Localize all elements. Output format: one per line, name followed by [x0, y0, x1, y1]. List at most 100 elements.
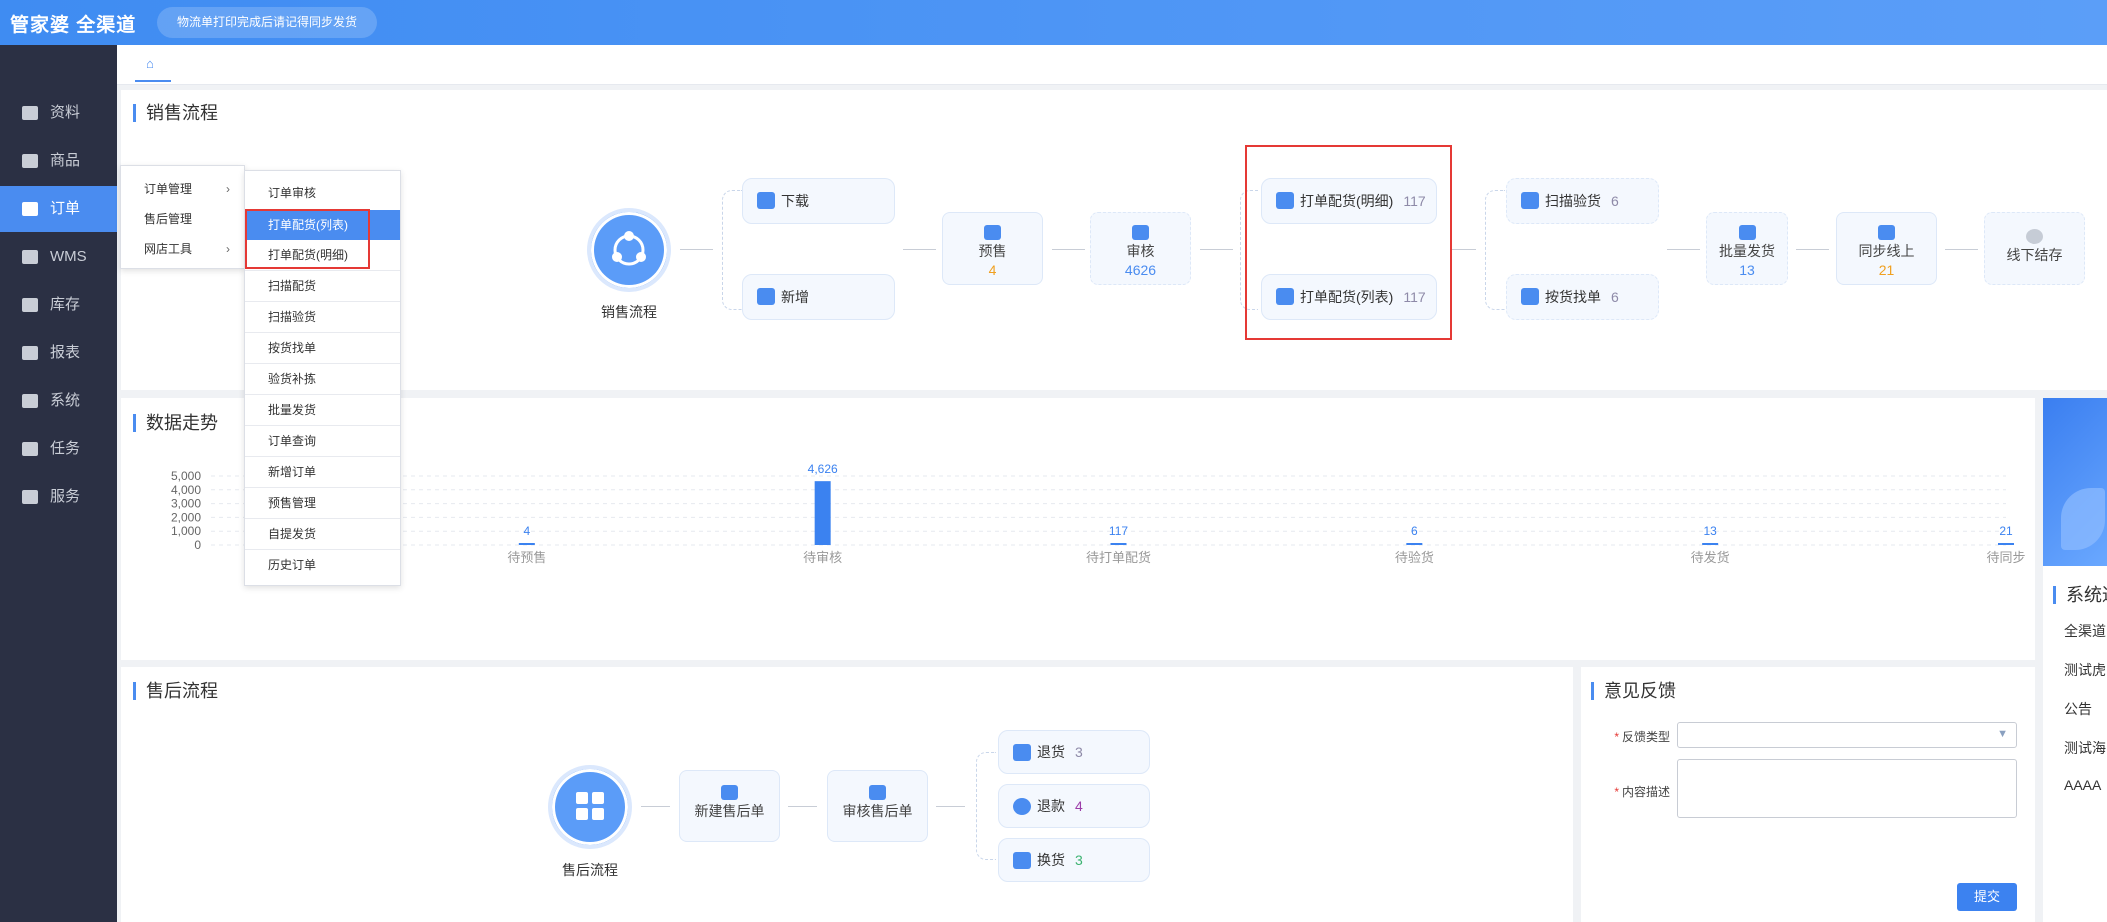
- system-item[interactable]: 测试海: [2064, 738, 2106, 758]
- refund-node[interactable]: 退款 4: [998, 784, 1150, 828]
- scan-check-node[interactable]: 扫描验货 6: [1506, 178, 1659, 224]
- menu-item-find-order[interactable]: 按货找单: [245, 333, 400, 363]
- bar: [814, 481, 831, 545]
- sidebar: 资料 商品 订单 WMS 库存 报表 系统 任务 服务: [0, 45, 117, 922]
- sales-flow-title: 销售流程: [133, 104, 218, 122]
- connector: [1796, 249, 1829, 250]
- menu-item-batch-ship[interactable]: 批量发货: [245, 395, 400, 425]
- sidebar-item-goods[interactable]: 商品: [0, 138, 117, 184]
- share-icon: [612, 231, 646, 266]
- add-node[interactable]: 新增: [742, 274, 895, 320]
- connector: [1667, 249, 1700, 250]
- sidebar-item-task[interactable]: 任务: [0, 426, 117, 472]
- after-sales-circle: [548, 765, 632, 849]
- system-item[interactable]: 公告: [2064, 699, 2092, 719]
- x-tick-label: 待审核: [803, 550, 842, 565]
- connector: [641, 806, 670, 807]
- chevron-right-icon: ›: [226, 182, 230, 196]
- system-title: 系统通: [2053, 586, 2107, 604]
- settle-icon: [2026, 228, 2043, 244]
- feedback-type-select[interactable]: ▼: [1677, 722, 2017, 748]
- connector: [903, 249, 936, 250]
- menu-item-order-query[interactable]: 订单查询: [245, 426, 400, 456]
- highlight-box: [245, 209, 370, 269]
- connector: [680, 249, 713, 250]
- x-tick-label: 待发货: [1691, 550, 1730, 565]
- branch-bracket: [976, 752, 996, 860]
- layers-icon: [1878, 224, 1895, 240]
- presale-icon: [984, 224, 1001, 240]
- menu-item-history-orders[interactable]: 历史订单: [245, 550, 400, 580]
- menu-item-order-audit[interactable]: 订单审核: [245, 178, 400, 208]
- menu-item-scan-pick[interactable]: 扫描配货: [245, 271, 400, 301]
- branch-bracket: [1485, 190, 1505, 310]
- ship-icon: [1738, 224, 1756, 240]
- y-tick-label: 5,000: [171, 469, 201, 483]
- monitor-icon: [22, 394, 38, 408]
- new-aftersale-node[interactable]: 新建售后单: [679, 770, 780, 842]
- chevron-down-icon: ▼: [1997, 728, 2008, 740]
- data-label: 4,626: [808, 462, 838, 476]
- system-item[interactable]: AAAA: [2064, 777, 2101, 793]
- audit-aftersale-node[interactable]: 审核售后单: [827, 770, 928, 842]
- menu-item-new-order[interactable]: 新增订单: [245, 457, 400, 487]
- goods-icon: [22, 154, 38, 168]
- menu-item-order-management[interactable]: 订单管理 ›: [121, 174, 244, 204]
- chevron-right-icon: ›: [226, 242, 230, 256]
- y-tick-label: 1,000: [171, 524, 201, 538]
- y-tick-label: 2,000: [171, 510, 201, 524]
- feedback-type-label: * 反馈类型: [1614, 730, 1670, 744]
- cube-icon: [22, 250, 38, 264]
- find-order-node[interactable]: 按货找单 6: [1506, 274, 1659, 320]
- menu-item-presale-management[interactable]: 预售管理: [245, 488, 400, 518]
- bar-chart-icon: [22, 346, 38, 360]
- sidebar-item-stock[interactable]: 库存: [0, 282, 117, 328]
- notice-banner: 物流单打印完成后请记得同步发货: [157, 7, 377, 38]
- feedback-content-textarea[interactable]: [1677, 759, 2017, 818]
- connector: [1452, 249, 1476, 250]
- connector: [1945, 249, 1978, 250]
- data-label: 21: [1999, 524, 2013, 538]
- data-label: 6: [1411, 524, 1418, 538]
- bar: [518, 543, 535, 545]
- sidebar-item-order[interactable]: 订单: [0, 186, 117, 232]
- download-node[interactable]: 下载: [742, 178, 895, 224]
- highlight-box: [1245, 145, 1452, 340]
- order-menu: 订单管理 › 售后管理 网店工具 ›: [120, 165, 245, 269]
- sidebar-item-system[interactable]: 系统: [0, 378, 117, 424]
- database-add-icon: [757, 288, 775, 305]
- menu-item-self-pickup[interactable]: 自提发货: [245, 519, 400, 549]
- x-tick-label: 待同步: [1986, 550, 2025, 565]
- return-icon: [1013, 744, 1031, 761]
- data-label: 4: [523, 524, 530, 538]
- menu-item-aftersale-management[interactable]: 售后管理: [121, 204, 244, 234]
- tab-bar: [117, 45, 2107, 85]
- y-tick-label: 0: [194, 538, 201, 552]
- sidebar-item-wms[interactable]: WMS: [0, 234, 117, 280]
- tab-home[interactable]: ⌂: [135, 48, 171, 82]
- system-item[interactable]: 测试虎: [2064, 660, 2106, 680]
- offline-settle-node[interactable]: 线下结存: [1984, 212, 2085, 285]
- bar: [1406, 543, 1423, 545]
- sidebar-item-report[interactable]: 报表: [0, 330, 117, 376]
- order-icon: [22, 202, 38, 216]
- menu-item-scan-check[interactable]: 扫描验货: [245, 302, 400, 332]
- trend-title: 数据走势: [133, 414, 218, 432]
- menu-item-store-tools[interactable]: 网店工具 ›: [121, 234, 244, 264]
- branch-bracket: [722, 190, 742, 310]
- submit-button[interactable]: 提交: [1957, 883, 2017, 911]
- system-item[interactable]: 全渠道: [2064, 621, 2106, 641]
- batch-ship-node[interactable]: 批量发货 13: [1706, 212, 1788, 285]
- sidebar-item-service[interactable]: 服务: [0, 474, 117, 520]
- exchange-node[interactable]: 换货 3: [998, 838, 1150, 882]
- cloud-download-icon: [757, 192, 775, 209]
- scan-icon: [1521, 192, 1539, 209]
- return-node[interactable]: 退货 3: [998, 730, 1150, 774]
- audit-node[interactable]: 审核 4626: [1090, 212, 1191, 285]
- x-tick-label: 待验货: [1395, 550, 1434, 565]
- presale-node[interactable]: 预售 4: [942, 212, 1043, 285]
- sidebar-item-data[interactable]: 资料: [0, 90, 117, 136]
- sync-online-node[interactable]: 同步线上 21: [1836, 212, 1937, 285]
- menu-item-recheck[interactable]: 验货补拣: [245, 364, 400, 394]
- y-tick-label: 4,000: [171, 483, 201, 497]
